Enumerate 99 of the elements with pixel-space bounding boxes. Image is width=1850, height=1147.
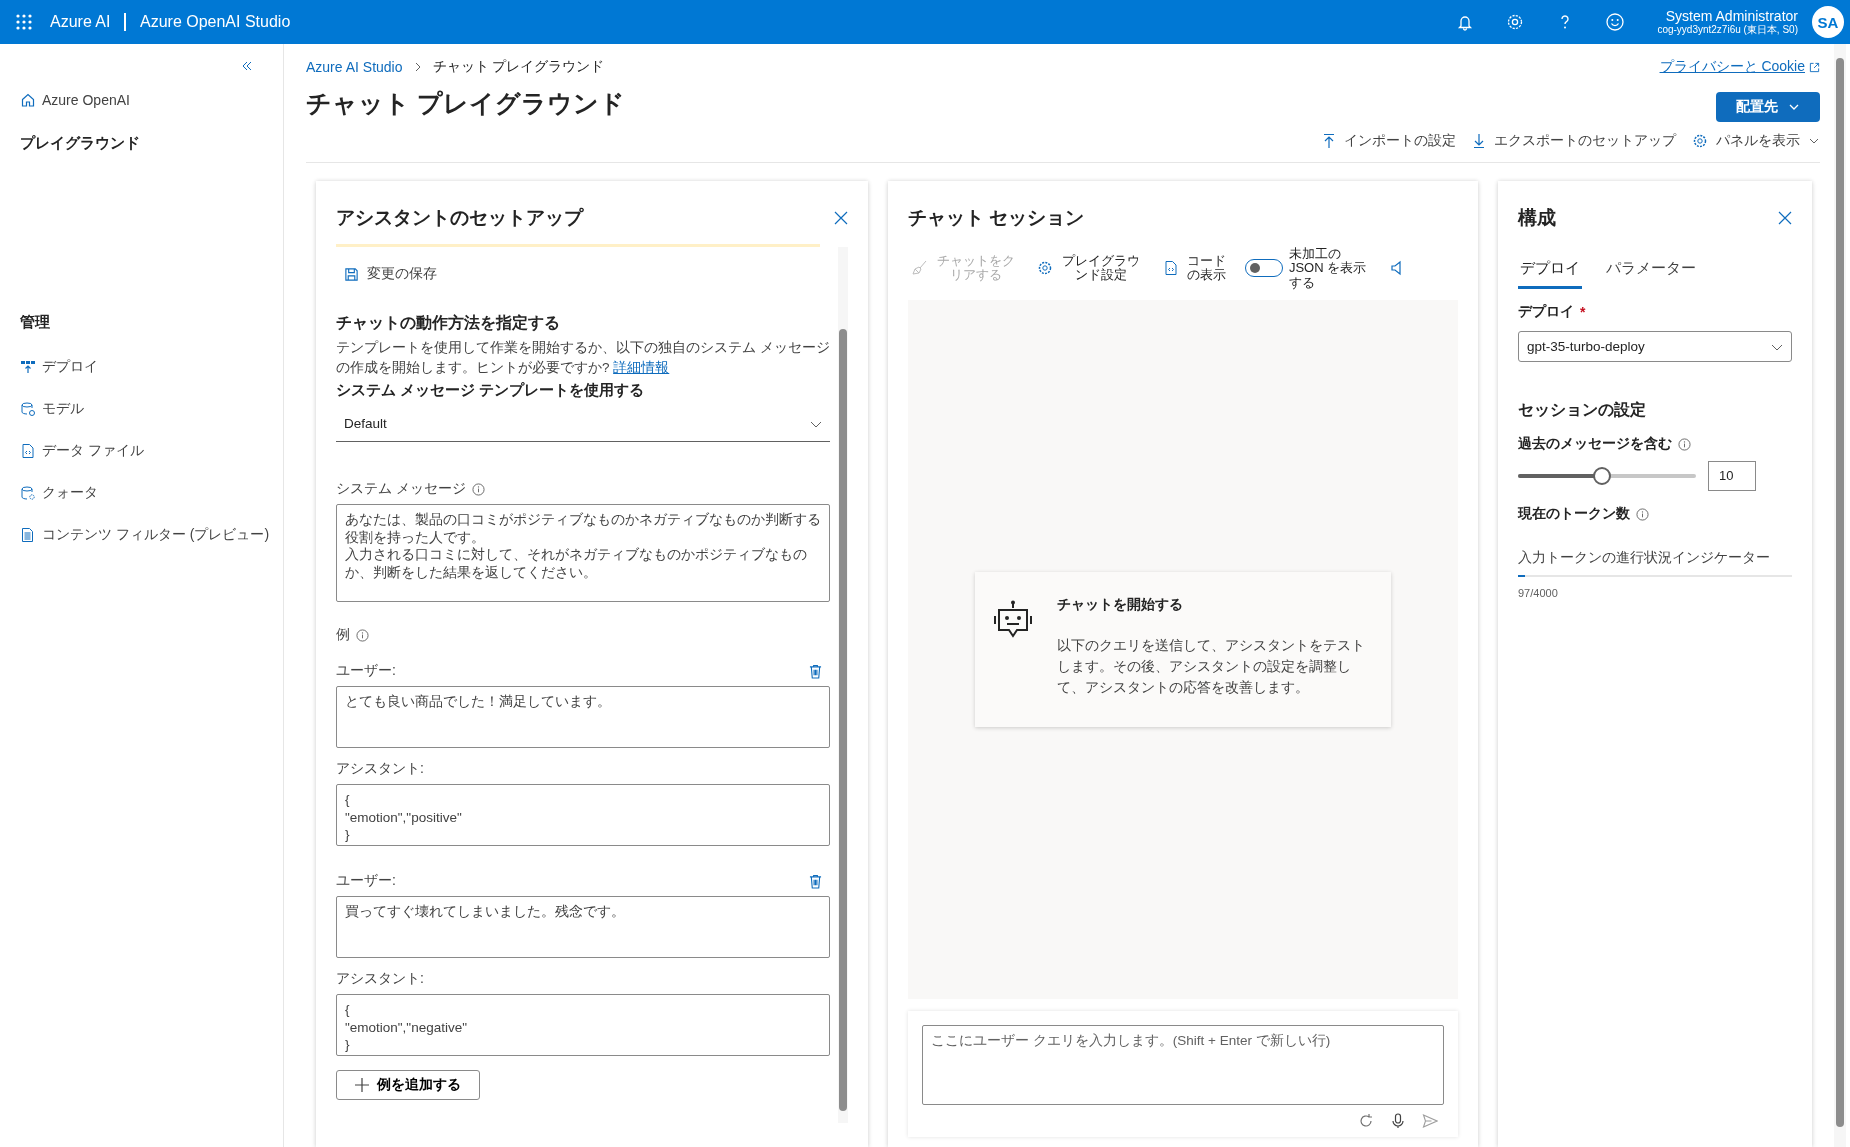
chat-input-field[interactable]: ここにユーザー クエリを入力します。(Shift + Enter で新しい行) xyxy=(922,1025,1444,1105)
info-icon[interactable] xyxy=(356,628,369,642)
import-button[interactable]: インポートの設定 xyxy=(1322,130,1456,152)
field-label: 例 xyxy=(336,626,350,645)
close-icon[interactable] xyxy=(834,211,848,225)
field-label: アシスタント: xyxy=(336,760,425,779)
save-icon xyxy=(344,266,359,282)
past-messages-slider[interactable] xyxy=(1518,466,1696,486)
add-example-button[interactable]: 例を追加する xyxy=(336,1070,480,1101)
section-heading: セッションの設定 xyxy=(1518,400,1647,420)
nav-label: データ ファイル xyxy=(42,442,144,460)
empty-state-title: チャットを開始する xyxy=(1057,596,1184,615)
close-icon[interactable] xyxy=(1778,211,1792,225)
message-paragraph: 入力される口コミに対して、それがネガティブなものかポジティブなものか、判断をした結果を返してください。 xyxy=(345,546,808,582)
refresh-icon[interactable] xyxy=(1358,1113,1374,1129)
user-message-field[interactable]: とても良い商品でした！満足しています。 xyxy=(336,686,830,749)
description-text: テンプレートを使用して作業を開始するか、以下の独自のシステム メッセージの作成を開始します。ヒントが必要ですか? 詳細情報 xyxy=(336,339,830,377)
tab[interactable]: デプロイ xyxy=(1518,253,1582,289)
microphone-icon[interactable] xyxy=(1390,1113,1406,1129)
info-icon[interactable] xyxy=(471,482,485,496)
privacy-link[interactable]: プライバシーと Cookie xyxy=(1659,58,1820,76)
assistant-message-field[interactable]: { "emotion","negative" } xyxy=(336,994,830,1057)
deployment-dropdown[interactable]: gpt-35-turbo-deploy xyxy=(1518,331,1792,362)
progress-label: 入力トークンの進行状況インジケーター xyxy=(1518,549,1771,567)
product-name[interactable]: Azure OpenAI Studio xyxy=(140,13,291,31)
field-label: システム メッセージ xyxy=(336,480,466,499)
file-code-icon xyxy=(20,443,36,459)
deploy-icon xyxy=(20,359,36,375)
field-label: ユーザー: xyxy=(336,662,396,681)
delete-icon[interactable] xyxy=(809,663,822,679)
field-label: 現在のトークン数 xyxy=(1518,505,1630,523)
nav-item[interactable]: データ ファイル xyxy=(20,430,144,472)
tab[interactable]: パラメーター xyxy=(1604,253,1698,289)
user-resource[interactable]: cog-yyd3ynt2z7i6u (東日本, S0) xyxy=(1657,24,1798,37)
section-title[interactable]: プレイグラウンド xyxy=(20,134,140,153)
nav-item[interactable]: デプロイ xyxy=(20,346,98,388)
learn-more-link[interactable]: 詳細情報 xyxy=(613,359,670,375)
empty-state-text: 以下のクエリを送信して、アシスタントをテストします。その後、アシスタントの設定を調整して、アシスタントの応答を改善します。 xyxy=(1057,637,1366,697)
nav-label: モデル xyxy=(42,400,84,418)
system-message-field[interactable]: あなたは、製品の口コミがポジティブなものかネガティブなものか判断する役割を持った人です。 入力される口コミに対して、それがネガティブなものかポジティブなものか、判断をした結果を返してください。 xyxy=(336,504,830,603)
user-message-field[interactable]: 買ってすぐ壊れてしまいました。残念です。 xyxy=(336,896,830,959)
panel-title: アシスタントのセットアップ xyxy=(336,206,583,230)
field-label: デプロイ xyxy=(1518,303,1574,321)
scrollbar[interactable] xyxy=(838,247,848,1123)
nav-item[interactable]: クォータ xyxy=(20,472,98,514)
nav-item[interactable]: コンテンツ フィルター (プレビュー) xyxy=(20,514,270,556)
gear-icon xyxy=(1037,260,1054,277)
app-launcher-icon[interactable] xyxy=(16,14,32,30)
section-heading: チャットの動作方法を指定する xyxy=(336,313,560,333)
page-title: チャット プレイグラウンド xyxy=(306,87,625,119)
panel-title: 構成 xyxy=(1518,206,1556,230)
show-panels-button[interactable]: パネルを表示 xyxy=(1692,130,1820,152)
home-icon xyxy=(20,92,36,108)
scrollbar[interactable] xyxy=(1834,44,1846,1147)
group-title: 管理 xyxy=(20,313,50,332)
plus-icon xyxy=(355,1078,369,1093)
nav-item[interactable]: モデル xyxy=(20,388,84,430)
nav-label: クォータ xyxy=(42,484,98,502)
user-name[interactable]: System Administrator xyxy=(1665,7,1798,25)
breadcrumb-link[interactable]: Azure AI Studio xyxy=(306,59,403,75)
collapse-icon[interactable] xyxy=(241,60,253,72)
home-link[interactable]: Azure OpenAI xyxy=(20,92,130,108)
number-field[interactable]: 10 xyxy=(1708,461,1756,491)
token-count: 97/4000 xyxy=(1518,587,1559,599)
template-dropdown[interactable]: Default xyxy=(336,406,830,443)
download-icon xyxy=(1472,133,1486,149)
nav-label: デプロイ xyxy=(42,358,98,376)
view-code-button[interactable]: コードの表示 xyxy=(1158,254,1231,283)
broom-icon xyxy=(912,260,928,277)
document-list-icon xyxy=(20,527,36,543)
field-label: ユーザー: xyxy=(336,872,396,891)
info-icon[interactable] xyxy=(1678,437,1691,451)
info-icon[interactable] xyxy=(1636,507,1649,521)
switch-label: 未加工の JSON を表示する xyxy=(1288,247,1368,290)
nav-label: コンテンツ フィルター (プレビュー) xyxy=(42,526,270,544)
external-link-icon xyxy=(1809,61,1820,73)
export-button[interactable]: エクスポートのセットアップ xyxy=(1472,130,1676,152)
send-icon[interactable] xyxy=(1422,1113,1438,1129)
field-label: システム メッセージ テンプレートを使用する xyxy=(336,381,645,401)
smiley-icon[interactable] xyxy=(1605,12,1626,32)
raw-json-switch[interactable] xyxy=(1244,259,1283,278)
panel-title: チャット セッション xyxy=(908,206,1086,230)
delete-icon[interactable] xyxy=(809,873,822,889)
upload-icon xyxy=(1322,133,1336,149)
gear-icon xyxy=(1692,133,1708,149)
app-name[interactable]: Azure AI xyxy=(50,13,111,31)
model-icon xyxy=(20,401,36,417)
save-changes-button[interactable]: 変更の保存 xyxy=(344,261,437,287)
required-mark: * xyxy=(1580,304,1586,320)
field-label: アシスタント: xyxy=(336,970,425,989)
deploy-button[interactable]: 配置先 xyxy=(1716,92,1820,122)
field-label: 過去のメッセージを含む xyxy=(1518,435,1672,453)
user-avatar[interactable]: SA xyxy=(1812,6,1844,38)
file-code-icon xyxy=(1162,260,1179,277)
playground-settings-button[interactable]: プレイグラウンド設定 xyxy=(1033,254,1145,283)
database-gear-icon xyxy=(20,485,36,501)
message-paragraph: あなたは、製品の口コミがポジティブなものかネガティブなものか判断する役割を持った人です。 xyxy=(345,511,821,547)
breadcrumb-current: チャット プレイグラウンド xyxy=(432,58,605,76)
assistant-message-field[interactable]: { "emotion","positive" } xyxy=(336,784,830,847)
